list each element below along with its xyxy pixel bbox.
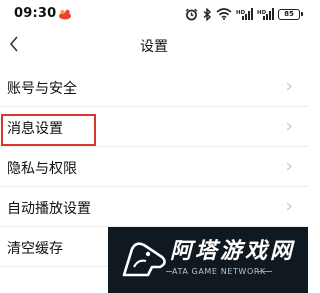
hd-signal-icon: HD bbox=[257, 8, 274, 20]
watermark-subtitle: ATA GAME NETWORK bbox=[172, 267, 266, 276]
watermark-title: 阿塔游戏网 bbox=[170, 239, 296, 264]
settings-item-label: 账号与安全 bbox=[7, 81, 77, 97]
page-title: 设置 bbox=[140, 39, 168, 55]
chevron-right-icon bbox=[286, 122, 292, 131]
settings-item-privacy-permissions[interactable]: 隐私与权限 bbox=[0, 147, 308, 187]
status-time: 09:30 bbox=[14, 6, 57, 21]
settings-item-label: 隐私与权限 bbox=[7, 161, 77, 177]
chevron-right-icon bbox=[286, 162, 292, 171]
nav-bar: 设置 bbox=[0, 30, 308, 60]
settings-item-label: 消息设置 bbox=[7, 121, 63, 137]
watermark-divider bbox=[258, 271, 272, 272]
watermark: 阿塔游戏网 ATA GAME NETWORK bbox=[108, 227, 308, 293]
settings-item-autoplay-settings[interactable]: 自动播放设置 bbox=[0, 187, 308, 227]
chevron-right-icon bbox=[286, 82, 292, 91]
settings-item-label: 清空缓存 bbox=[7, 241, 63, 257]
settings-item-message-settings[interactable]: 消息设置 bbox=[0, 107, 308, 147]
settings-item-label: 自动播放设置 bbox=[7, 201, 91, 217]
svg-text:HD: HD bbox=[257, 10, 267, 16]
battery-icon: 85 bbox=[278, 8, 303, 20]
wifi-icon bbox=[216, 8, 232, 20]
svg-text:HD: HD bbox=[236, 10, 246, 16]
settings-item-account-security[interactable]: 账号与安全 bbox=[0, 67, 308, 107]
bluetooth-icon bbox=[203, 7, 212, 21]
status-bar: 09:30 HD HD 85 bbox=[0, 0, 308, 30]
alarm-icon bbox=[185, 8, 198, 20]
chevron-right-icon bbox=[286, 202, 292, 211]
ata-logo-icon bbox=[122, 242, 166, 277]
status-icons: HD HD 85 bbox=[185, 6, 303, 22]
app-notification-icon bbox=[59, 9, 71, 20]
hd-signal-icon: HD bbox=[236, 8, 253, 20]
settings-screen: 09:30 HD HD 85 设置 账号与安全 消息设置 隐私与权限 自动播放设… bbox=[0, 0, 308, 293]
